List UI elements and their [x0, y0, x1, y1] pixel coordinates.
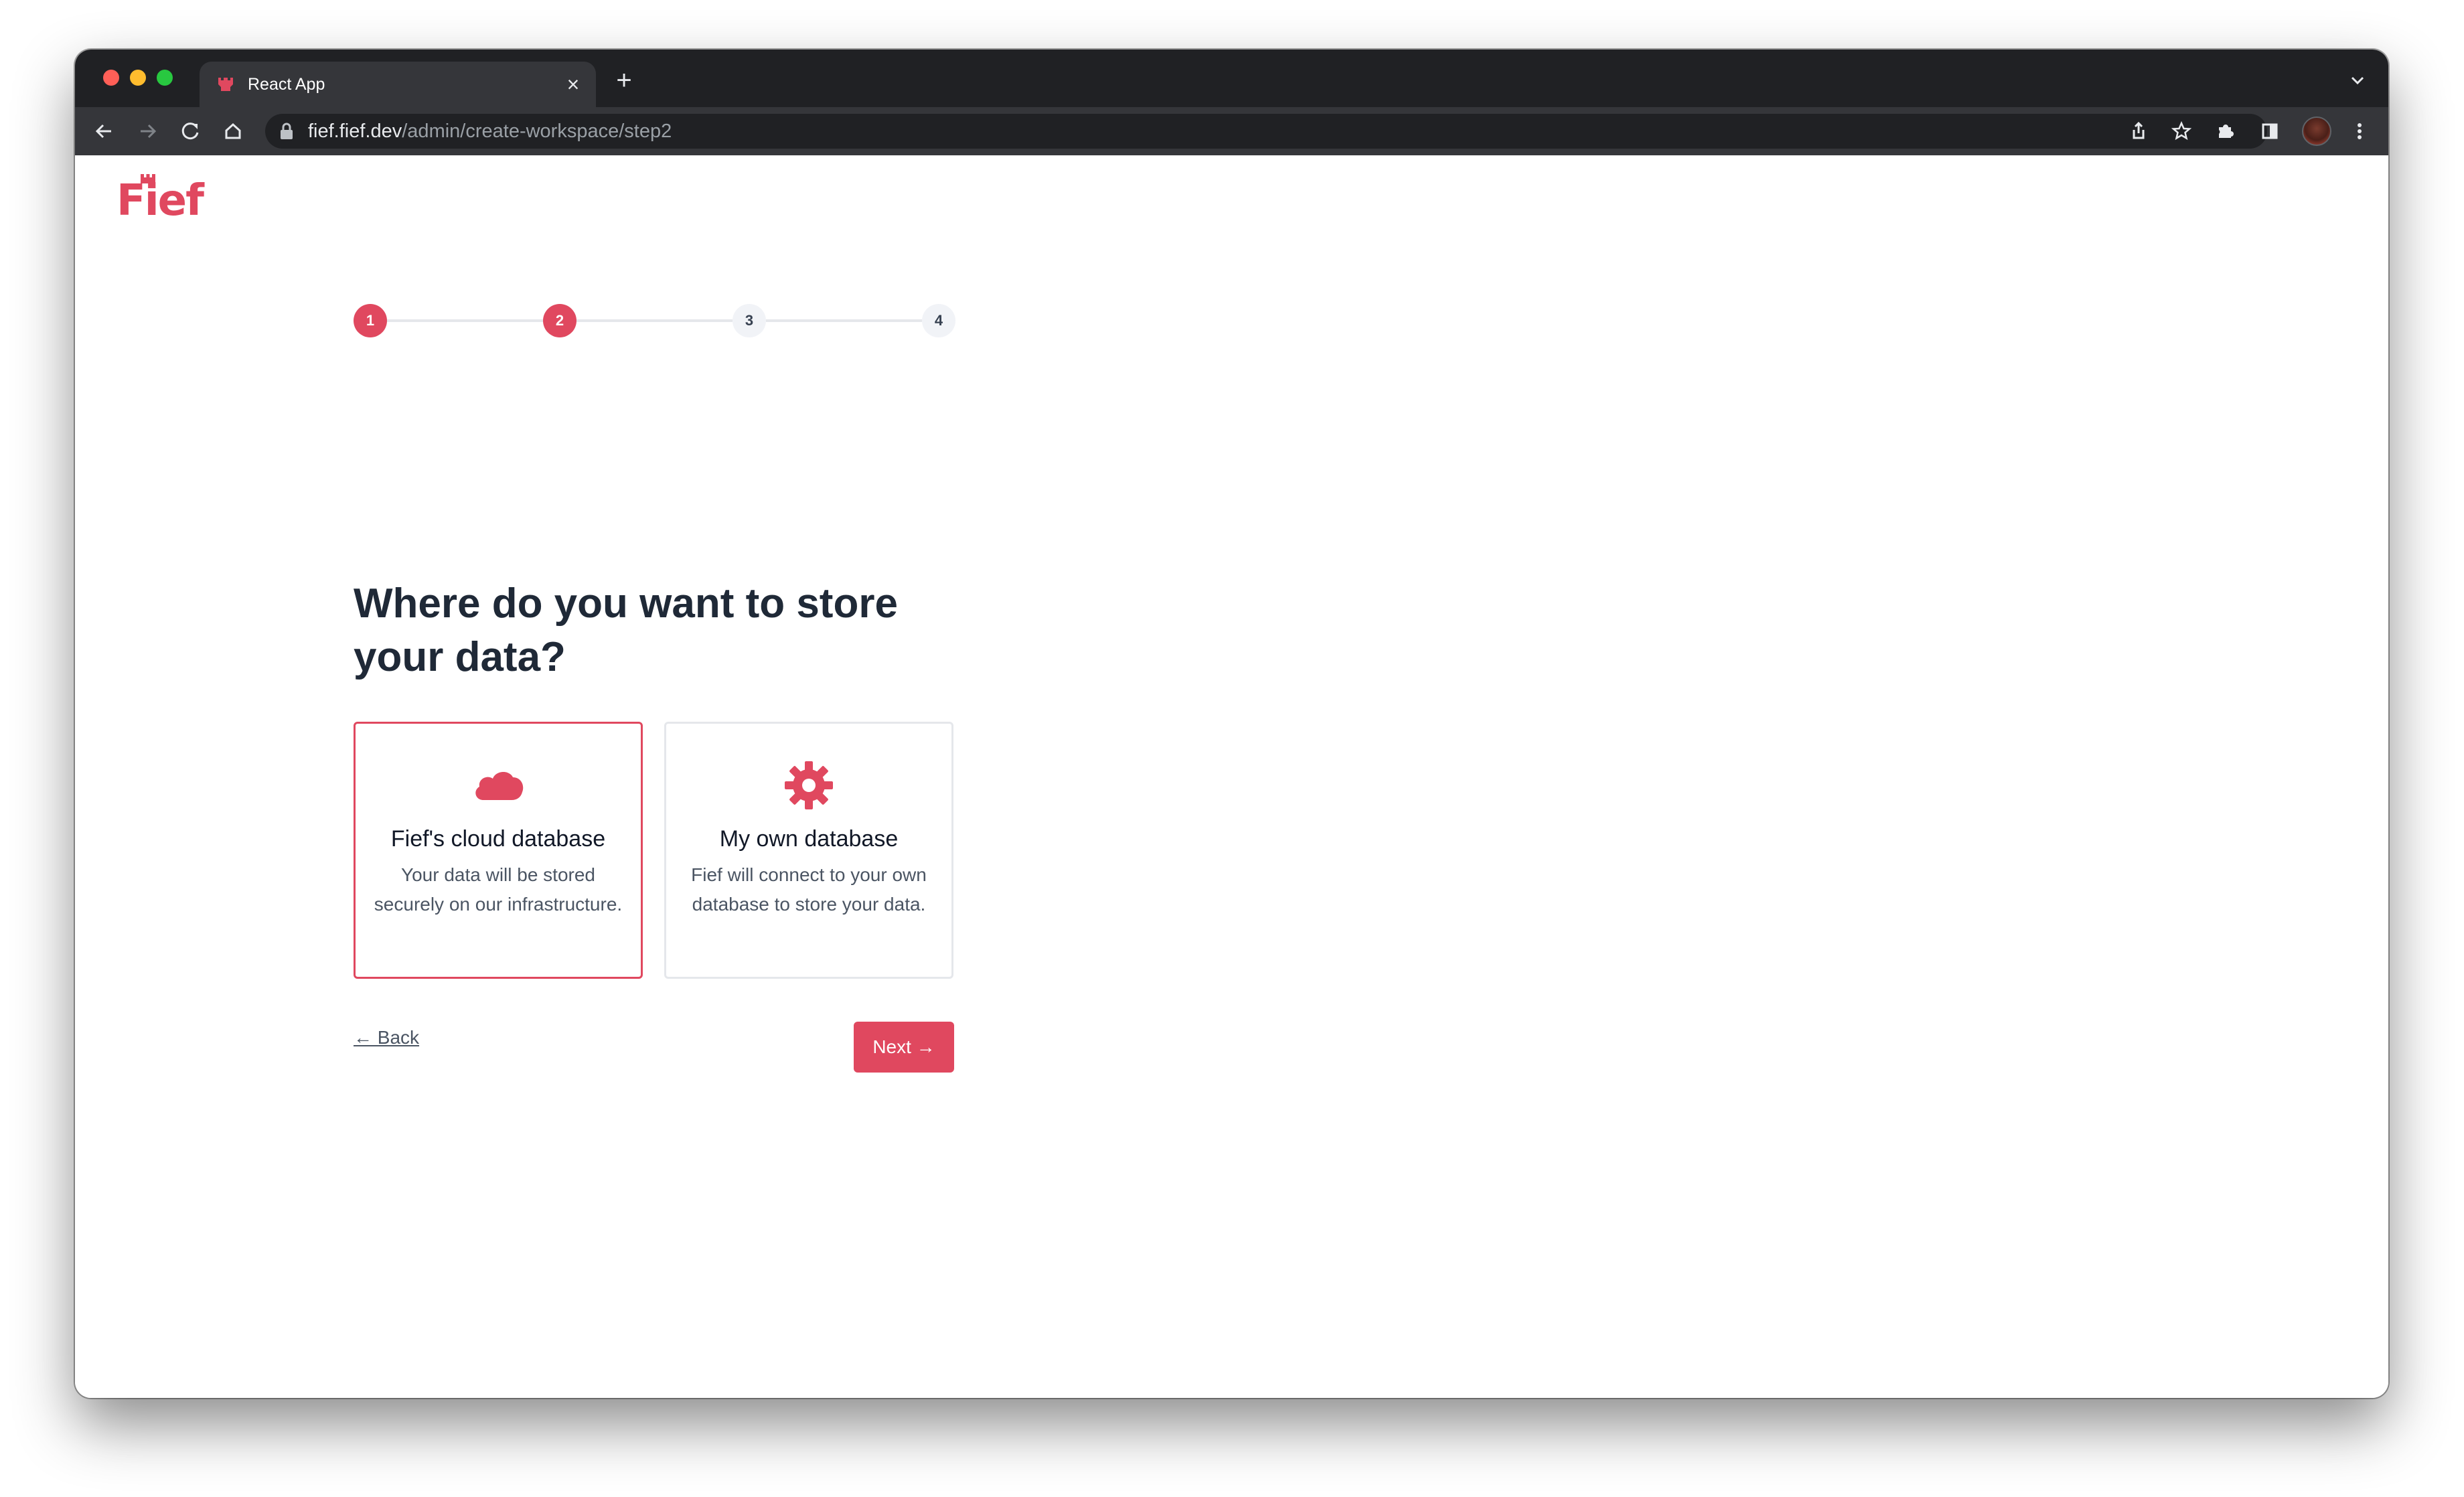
option-title: Fief's cloud database [390, 826, 606, 852]
step-1: 1 [354, 304, 387, 337]
stepper-connector [387, 319, 543, 322]
fief-favicon-icon [218, 78, 233, 91]
next-button[interactable]: Next → [854, 1022, 954, 1073]
back-link[interactable]: ← Back [354, 1024, 419, 1051]
option-description: Your data will be stored securely on our… [374, 864, 623, 915]
lock-icon [281, 123, 293, 139]
reload-icon[interactable] [175, 116, 205, 146]
logo-crown-icon [141, 174, 155, 183]
stepper-connector [766, 319, 922, 322]
option-description: Fief will connect to your own database t… [691, 864, 927, 915]
minimize-window-button[interactable] [130, 70, 146, 86]
option-title: My own database [719, 826, 899, 852]
address-bar[interactable]: fief.fief.dev/admin/create-workspace/ste… [265, 114, 2267, 149]
page-content: Fief 1 2 3 4 Where do you want to store … [75, 155, 2388, 1398]
forward-arrow-icon[interactable] [133, 116, 162, 146]
share-icon[interactable] [2124, 116, 2153, 146]
url-text: fief.fief.dev/admin/create-workspace/ste… [308, 121, 672, 142]
browser-window: React App × + fief.fief.dev/admin/create… [75, 50, 2388, 1398]
kebab-menu-icon[interactable] [2345, 116, 2374, 146]
tab-search-chevron-icon[interactable] [2345, 68, 2370, 92]
tab-close-icon[interactable]: × [560, 71, 587, 98]
url-path: /admin/create-workspace/step2 [402, 121, 672, 142]
step-2: 2 [543, 304, 576, 337]
browser-toolbar: fief.fief.dev/admin/create-workspace/ste… [75, 107, 2388, 155]
close-window-button[interactable] [103, 70, 119, 86]
home-icon[interactable] [218, 116, 248, 146]
url-host: fief.fief.dev [308, 121, 402, 142]
stepper-connector [576, 319, 733, 322]
side-panel-icon[interactable] [2255, 116, 2285, 146]
step-4: 4 [922, 304, 955, 337]
step-3: 3 [733, 304, 766, 337]
bookmark-star-icon[interactable] [2167, 116, 2196, 146]
page-title: Where do you want to store your data? [354, 580, 898, 680]
browser-tab[interactable]: React App × [200, 62, 596, 107]
tab-title: React App [248, 75, 325, 94]
cloud-icon [475, 771, 524, 800]
profile-avatar[interactable] [2302, 116, 2331, 146]
option-cloud-database[interactable]: Fief's cloud database Your data will be … [354, 722, 643, 979]
fief-logo[interactable]: Fief [117, 174, 204, 228]
back-arrow-icon[interactable] [90, 116, 119, 146]
new-tab-button[interactable]: + [611, 67, 637, 94]
gear-icon [785, 761, 833, 809]
extensions-puzzle-icon[interactable] [2211, 116, 2240, 146]
maximize-window-button[interactable] [157, 70, 173, 86]
option-own-database[interactable]: My own database Fief will connect to you… [664, 722, 953, 979]
progress-stepper: 1 2 3 4 [354, 304, 961, 337]
tab-strip: React App × + [75, 50, 2388, 107]
